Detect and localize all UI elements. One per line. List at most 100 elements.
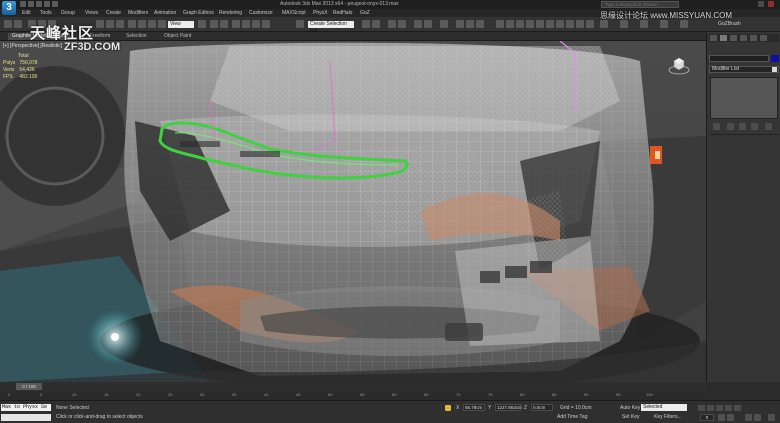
app-menu-icon[interactable]: 3: [2, 1, 16, 15]
time-slider[interactable]: 0 / 100: [16, 383, 42, 390]
undo-icon[interactable]: [44, 1, 50, 7]
plugin-icon[interactable]: [660, 20, 668, 28]
align-icon[interactable]: [372, 20, 380, 28]
close-button[interactable]: [768, 1, 774, 7]
plugin-icon[interactable]: [546, 20, 554, 28]
configure-modifier-sets-icon[interactable]: [765, 123, 772, 130]
remove-modifier-icon[interactable]: [751, 123, 758, 130]
curve-editor-icon[interactable]: [414, 20, 422, 28]
menu-modifiers[interactable]: Modifiers: [128, 10, 148, 16]
angle-snap-icon[interactable]: [242, 20, 250, 28]
schematic-view-icon[interactable]: [424, 20, 432, 28]
maximize-viewport-icon[interactable]: [768, 414, 775, 421]
next-frame-icon[interactable]: [725, 405, 732, 411]
pin-stack-icon[interactable]: [713, 123, 720, 130]
modify-tab-icon[interactable]: [720, 35, 727, 41]
zoom-all-icon[interactable]: [727, 414, 734, 421]
play-icon[interactable]: [716, 405, 723, 411]
make-unique-icon[interactable]: [739, 123, 746, 130]
menu-group[interactable]: Group: [61, 10, 75, 16]
menu-customize[interactable]: Customize: [249, 10, 273, 16]
menu-graph-editors[interactable]: Graph Editors: [183, 10, 214, 16]
plugin-icon[interactable]: [620, 20, 628, 28]
plugin-icon[interactable]: [576, 20, 584, 28]
menu-goz[interactable]: GoZ: [360, 10, 370, 16]
new-file-icon[interactable]: [20, 1, 26, 7]
menu-redhalo[interactable]: RedHalo: [333, 10, 352, 16]
menu-rendering[interactable]: Rendering: [219, 10, 242, 16]
rendered-frame-icon[interactable]: [466, 20, 474, 28]
hierarchy-tab-icon[interactable]: [730, 35, 737, 41]
plugin-icon[interactable]: [566, 20, 574, 28]
key-filters-button[interactable]: Key Filters...: [654, 414, 682, 420]
zoom-icon[interactable]: [718, 414, 725, 421]
reference-coordinate-dropdown[interactable]: View: [168, 21, 194, 28]
redo-icon[interactable]: [52, 1, 58, 7]
plugin-icon[interactable]: [600, 20, 608, 28]
help-search-input[interactable]: [601, 1, 679, 8]
snap-toggle-icon[interactable]: [232, 20, 240, 28]
orbit-icon[interactable]: [754, 414, 761, 421]
utilities-tab-icon[interactable]: [760, 35, 767, 41]
maxscript-listener[interactable]: Max to Physx Se: [1, 404, 51, 411]
modifier-list-dropdown[interactable]: Modifier List: [709, 66, 779, 73]
select-by-name-icon[interactable]: [106, 20, 114, 28]
add-time-tag-button[interactable]: Add Time Tag: [557, 414, 587, 420]
maxscript-input[interactable]: [1, 414, 51, 421]
key-mode-dropdown[interactable]: Selected: [641, 404, 687, 411]
plugin-icon[interactable]: [680, 20, 688, 28]
menu-animation[interactable]: Animation: [154, 10, 176, 16]
track-bar[interactable]: 0 5 10 15 20 25 30 35 40 45 50 55 60 65 …: [0, 391, 706, 400]
tab-object-paint[interactable]: Object Paint: [160, 33, 195, 40]
edit-named-selection-icon[interactable]: [296, 20, 304, 28]
plugin-icon[interactable]: [506, 20, 514, 28]
motion-tab-icon[interactable]: [740, 35, 747, 41]
move-icon[interactable]: [128, 20, 136, 28]
menu-create[interactable]: Create: [106, 10, 121, 16]
plugin-icon[interactable]: [556, 20, 564, 28]
menu-tools[interactable]: Tools: [40, 10, 52, 16]
rect-selection-icon[interactable]: [116, 20, 124, 28]
set-key-button[interactable]: Set Key: [622, 414, 640, 420]
object-color-swatch[interactable]: [771, 55, 779, 62]
auto-key-button[interactable]: Auto Key: [620, 405, 640, 411]
minimize-button[interactable]: [758, 1, 764, 7]
menu-physx[interactable]: PhysX: [313, 10, 327, 16]
rotate-icon[interactable]: [138, 20, 146, 28]
y-coordinate-field[interactable]: 1227.863cm: [495, 404, 522, 411]
x-coordinate-field[interactable]: 56.78cm: [463, 404, 485, 411]
menu-edit[interactable]: Edit: [22, 10, 31, 16]
named-selection-dropdown[interactable]: Create Selection Set: [308, 21, 354, 34]
plugin-icon[interactable]: [526, 20, 534, 28]
undo-icon[interactable]: [4, 20, 12, 28]
select-manipulate-icon[interactable]: [210, 20, 218, 28]
menu-views[interactable]: Views: [85, 10, 98, 16]
z-coordinate-field[interactable]: 0.0cm: [531, 404, 553, 411]
keyboard-shortcut-icon[interactable]: [220, 20, 228, 28]
menu-maxscript[interactable]: MAXScript: [282, 10, 306, 16]
render-setup-icon[interactable]: [456, 20, 464, 28]
mirror-icon[interactable]: [362, 20, 370, 28]
goto-end-icon[interactable]: [734, 405, 741, 411]
field-of-view-icon[interactable]: [745, 414, 752, 421]
show-end-result-icon[interactable]: [727, 123, 734, 130]
graphite-toggle-icon[interactable]: [398, 20, 406, 28]
create-tab-icon[interactable]: [710, 35, 717, 41]
redo-icon[interactable]: [14, 20, 22, 28]
object-name-field[interactable]: [709, 55, 769, 62]
plugin-icon[interactable]: [496, 20, 504, 28]
scale-icon[interactable]: [148, 20, 156, 28]
viewcube-icon[interactable]: [668, 55, 690, 75]
plugin-icon[interactable]: [516, 20, 524, 28]
display-tab-icon[interactable]: [750, 35, 757, 41]
current-frame-field[interactable]: 0: [700, 414, 714, 421]
plugin-icon[interactable]: [586, 20, 594, 28]
plugin-icon[interactable]: [640, 20, 648, 28]
open-file-icon[interactable]: [28, 1, 34, 7]
material-editor-icon[interactable]: [440, 20, 448, 28]
select-place-icon[interactable]: [158, 20, 166, 28]
goz-button[interactable]: GoZBrush: [718, 21, 741, 27]
goto-start-icon[interactable]: [698, 405, 705, 411]
selection-lock-icon[interactable]: [445, 405, 451, 411]
layer-manager-icon[interactable]: [388, 20, 396, 28]
